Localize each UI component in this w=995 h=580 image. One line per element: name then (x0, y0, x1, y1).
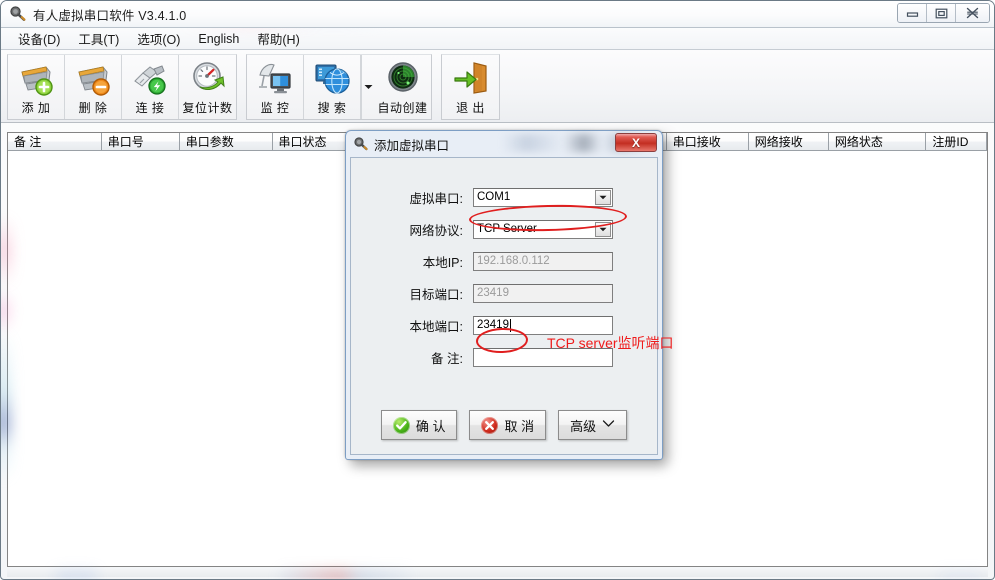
local-port-input[interactable]: 23419 (473, 315, 613, 335)
toolbar-delete-label: 删 除 (78, 101, 108, 115)
column-header-com-params[interactable]: 串口参数 (179, 133, 273, 150)
column-header-com-port[interactable]: 串口号 (101, 133, 180, 150)
annotation-text: TCP server监听端口 (547, 335, 674, 351)
toolbar-exit-label: 退 出 (456, 101, 485, 115)
green-check-icon (392, 416, 410, 434)
toolbar-group-network: 监 控 搜 索 自动创建 (246, 54, 432, 120)
toolbar-connect-label: 连 接 (135, 101, 165, 115)
text-cursor (509, 318, 511, 332)
menu-help[interactable]: 帮助(H) (248, 28, 308, 49)
label-target-port: 目标端口: (409, 287, 463, 302)
field-target-port: 目标端口: 23419 (351, 280, 657, 306)
toolbar-auto-create[interactable]: 自动创建 (374, 55, 431, 119)
target-port-input: 23419 (473, 283, 613, 303)
cancel-button[interactable]: 取 消 (469, 410, 547, 440)
network-protocol-combo[interactable]: TCP Server (473, 219, 613, 239)
toolbar-monitor-label: 监 控 (260, 101, 290, 115)
label-network-protocol: 网络协议: (409, 223, 463, 238)
dialog-close-button[interactable]: X (615, 133, 657, 152)
column-header-net-rx[interactable]: 网络接收 (748, 133, 829, 150)
title-bar: 有人虚拟串口软件 V3.4.1.0 (1, 1, 994, 28)
toolbar-separator (239, 54, 246, 120)
gauge-reset-icon (188, 58, 228, 98)
column-header-remark[interactable]: 备 注 (8, 133, 102, 150)
advanced-button-label: 高级 (570, 418, 597, 434)
chevron-double-down-icon (602, 418, 615, 433)
network-protocol-value: TCP Server (477, 223, 537, 235)
field-network-protocol: 网络协议: TCP Server (351, 216, 657, 242)
toolbar-reset-count-label: 复位计数 (182, 101, 233, 115)
window-title: 有人虚拟串口软件 V3.4.1.0 (33, 8, 187, 23)
toolbar-add[interactable]: 添 加 (8, 55, 65, 119)
magnifier-serial-icon (353, 136, 369, 152)
serial-port-add-icon (16, 58, 56, 98)
exit-door-icon (451, 58, 491, 98)
field-local-ip: 本地IP: 192.168.0.112 (351, 248, 657, 274)
toolbar-monitor[interactable]: 监 控 (247, 55, 304, 119)
magnifier-serial-icon (9, 5, 27, 23)
label-remark: 备 注: (431, 351, 463, 366)
toolbar-search[interactable]: 搜 索 (304, 55, 361, 119)
minimize-button[interactable] (898, 4, 927, 22)
toolbar-search-dropdown[interactable] (361, 55, 374, 119)
virtual-com-port-value: COM1 (477, 191, 511, 203)
close-button[interactable] (956, 4, 989, 22)
add-virtual-serial-port-dialog: 添加虚拟串口 X 虚拟串口: COM1 网络协议: TCP Server 本地I… (345, 130, 674, 460)
radar-icon (383, 58, 423, 98)
menu-bar: 设备(D) 工具(T) 选项(O) English 帮助(H) (1, 28, 994, 50)
serial-port-remove-icon (73, 58, 113, 98)
status-bar (7, 569, 988, 577)
satellite-monitor-icon (255, 58, 295, 98)
toolbar-group-exit: 退 出 (441, 54, 500, 120)
virtual-com-port-combo[interactable]: COM1 (473, 187, 613, 207)
toolbar-connect[interactable]: 连 接 (122, 55, 179, 119)
advanced-button[interactable]: 高级 (558, 410, 628, 440)
toolbar-reset-count[interactable]: 复位计数 (179, 55, 236, 119)
maximize-button[interactable] (927, 4, 956, 22)
local-port-value: 23419 (477, 319, 509, 331)
local-ip-value: 192.168.0.112 (477, 255, 550, 267)
toolbar: 添 加 删 除 连 接 复位计数 监 控 搜 索 自动创建 退 出 (1, 50, 994, 123)
target-port-value: 23419 (477, 287, 509, 299)
chevron-down-icon[interactable] (595, 221, 611, 237)
window-controls (897, 3, 990, 23)
dialog-title-bar: 添加虚拟串口 X (350, 133, 658, 155)
toolbar-separator (434, 54, 441, 120)
cancel-button-label: 取 消 (504, 418, 535, 434)
menu-options[interactable]: 选项(O) (128, 28, 189, 49)
toolbar-delete[interactable]: 删 除 (65, 55, 122, 119)
label-virtual-com-port: 虚拟串口: (409, 191, 463, 206)
dialog-body: 虚拟串口: COM1 网络协议: TCP Server 本地IP: 192.16… (350, 157, 674, 455)
column-header-register-id[interactable]: 注册ID (926, 133, 987, 150)
menu-english[interactable]: English (189, 31, 248, 47)
network-globe-search-icon (312, 58, 352, 98)
dialog-title: 添加虚拟串口 (374, 138, 450, 153)
dialog-button-row: 确 认 取 消 高级 (351, 410, 657, 440)
toolbar-add-label: 添 加 (21, 101, 51, 115)
column-header-net-status[interactable]: 网络状态 (828, 133, 927, 150)
field-virtual-com-port: 虚拟串口: COM1 (351, 184, 657, 210)
toolbar-search-label: 搜 索 (317, 101, 347, 115)
confirm-button-label: 确 认 (415, 418, 446, 434)
label-local-ip: 本地IP: (422, 255, 463, 270)
toolbar-exit[interactable]: 退 出 (442, 55, 499, 119)
connector-link-icon (130, 58, 170, 98)
label-local-port: 本地端口: (409, 319, 463, 334)
column-header-com-rx[interactable]: 串口接收 (666, 133, 749, 150)
toolbar-auto-create-label: 自动创建 (377, 101, 428, 115)
local-ip-input: 192.168.0.112 (473, 251, 613, 271)
application-window: 有人虚拟串口软件 V3.4.1.0 设备(D) 工具(T) 选项(O) Engl… (0, 0, 995, 580)
chevron-down-icon[interactable] (595, 189, 611, 205)
red-x-icon (481, 416, 499, 434)
toolbar-group-primary: 添 加 删 除 连 接 复位计数 (7, 54, 237, 120)
menu-device[interactable]: 设备(D) (9, 28, 69, 49)
confirm-button[interactable]: 确 认 (380, 410, 458, 440)
menu-tools[interactable]: 工具(T) (69, 28, 128, 49)
